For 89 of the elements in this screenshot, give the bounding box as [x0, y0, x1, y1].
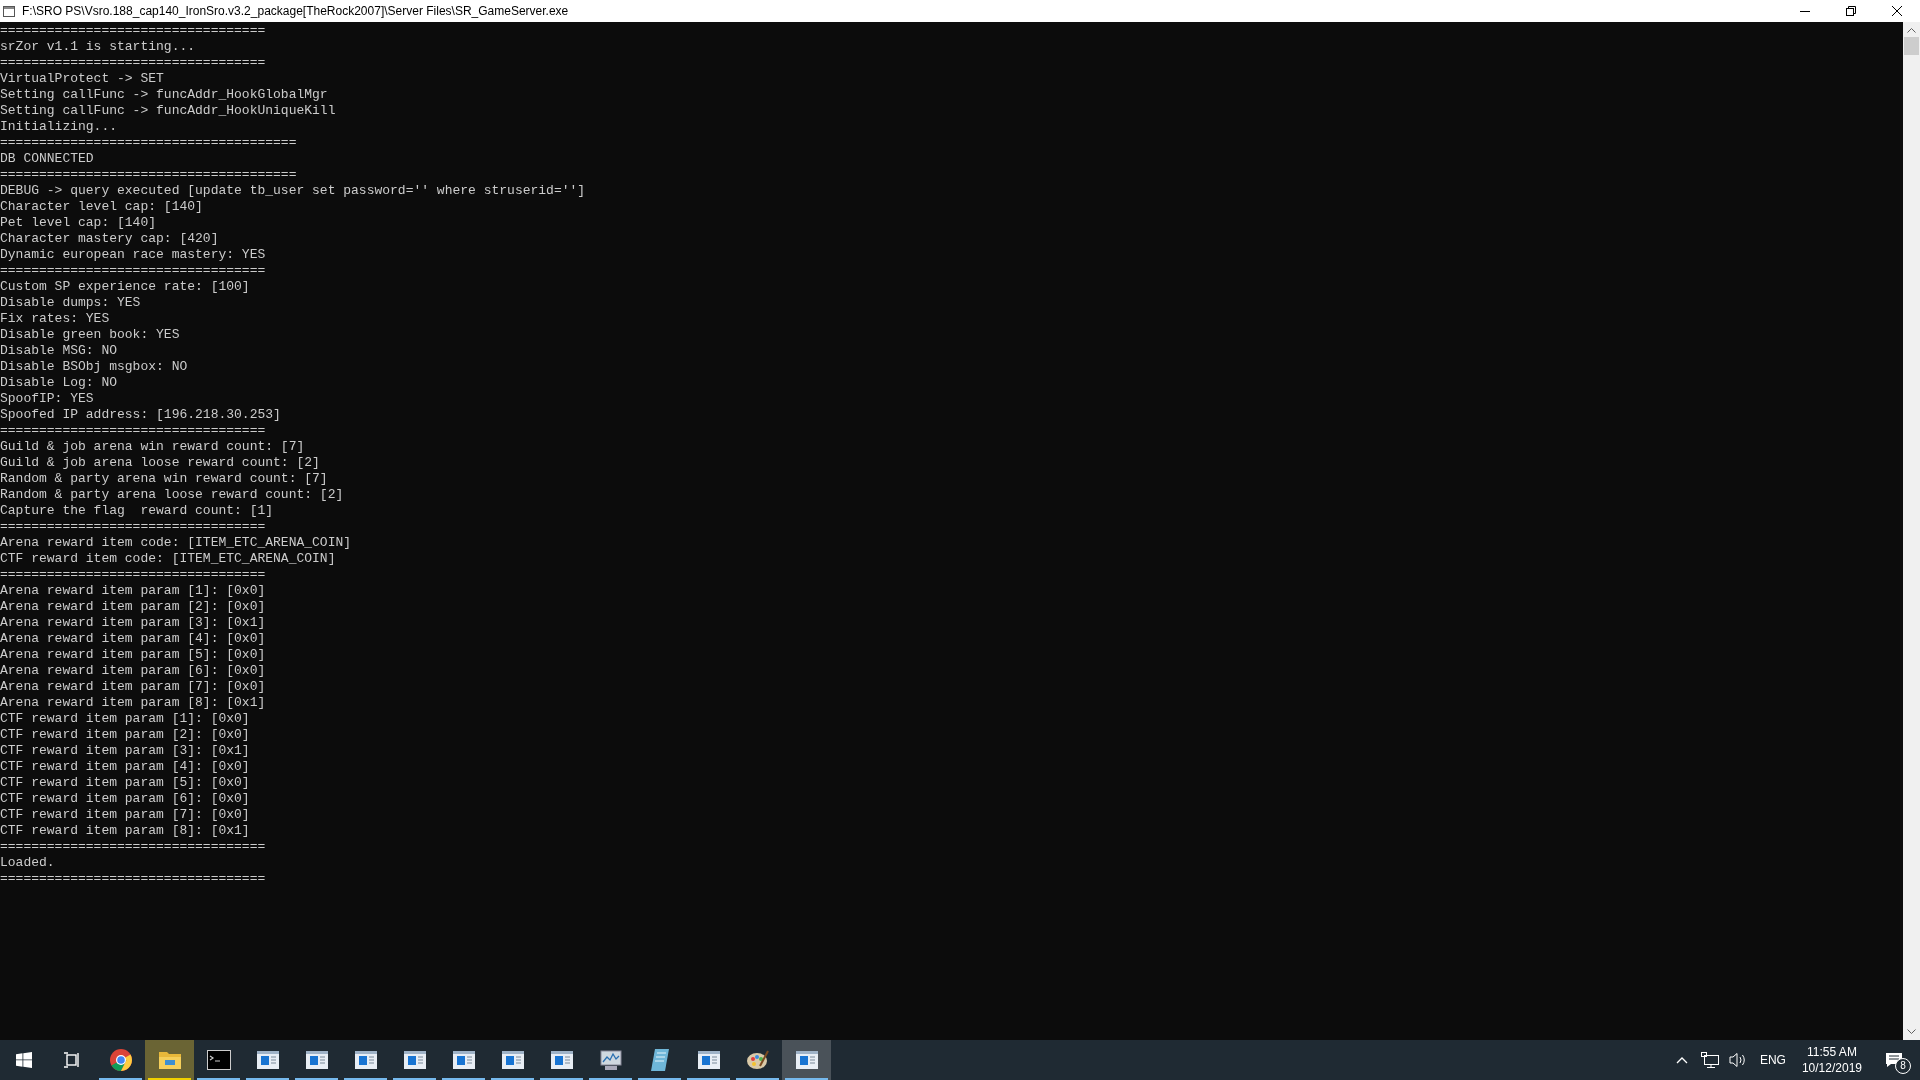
folder-icon	[157, 1050, 182, 1070]
network-icon[interactable]	[1700, 1052, 1719, 1068]
console-line: ======================================	[0, 135, 297, 151]
console-line: Disable MSG: NO	[0, 343, 118, 359]
console-line: Initializing...	[0, 119, 118, 135]
console-line: ==================================	[0, 839, 266, 855]
console-line: ======================================	[0, 167, 297, 183]
console-line: Character mastery cap: [420]	[0, 231, 219, 247]
console-line: Arena reward item code: [ITEM_ETC_ARENA_COIN]	[0, 535, 352, 551]
console-line: Capture the flag reward count: [1]	[0, 503, 274, 519]
console-line: Disable BSObj msgbox: NO	[0, 359, 188, 375]
console-line: Random & party arena win reward count: [7]	[0, 471, 328, 487]
console-line: ==================================	[0, 23, 266, 39]
console-line: ==================================	[0, 55, 266, 71]
console-line: Arena reward item param [6]: [0x0]	[0, 663, 266, 679]
scrollbar-thumb[interactable]	[1904, 37, 1919, 55]
volume-icon[interactable]	[1728, 1052, 1747, 1068]
taskbar-app-button[interactable]	[782, 1040, 831, 1080]
console-line: ==================================	[0, 423, 266, 439]
paint-palette-icon	[745, 1048, 770, 1072]
console-line: Loaded.	[0, 855, 55, 871]
console-window-icon	[305, 1051, 328, 1069]
console-line: ==================================	[0, 567, 266, 583]
console-window-icon	[256, 1051, 279, 1069]
console-line: Arena reward item param [5]: [0x0]	[0, 647, 266, 663]
console-line: Setting callFunc -> funcAddr_HookUniqueKill	[0, 103, 336, 119]
scroll-down-icon[interactable]	[1907, 1029, 1916, 1034]
console-line: Arena reward item param [8]: [0x1]	[0, 695, 266, 711]
console-app-icon	[3, 5, 15, 17]
browser-icon	[108, 1048, 133, 1072]
console-line: srZor v1.1 is starting...	[0, 39, 196, 55]
notification-count-badge: 8	[1895, 1058, 1911, 1074]
clock[interactable]: 11:55 AM 10/12/2019	[1793, 1044, 1870, 1076]
clock-time: 11:55 AM	[1807, 1044, 1857, 1060]
console-line: Character level cap: [140]	[0, 199, 203, 215]
console-line: Fix rates: YES	[0, 311, 110, 327]
notifications-button[interactable]: 8	[1874, 1040, 1914, 1080]
console-line: CTF reward item param [4]: [0x0]	[0, 759, 250, 775]
console-line: DEBUG -> query executed [update tb_user set password='' where struserid='']	[0, 183, 586, 199]
console-line: Arena reward item param [7]: [0x0]	[0, 679, 266, 695]
console-line: CTF reward item param [7]: [0x0]	[0, 807, 250, 823]
console-line: Guild & job arena loose reward count: [2]	[0, 455, 320, 471]
console-line: VirtualProtect -> SET	[0, 71, 164, 87]
notepad-icon	[648, 1048, 671, 1072]
minimize-icon	[1800, 10, 1810, 12]
console-window-icon	[550, 1051, 573, 1069]
console-window-icon	[795, 1051, 818, 1069]
console-line: Custom SP experience rate: [100]	[0, 279, 250, 295]
console-line: Dynamic european race mastery: YES	[0, 247, 266, 263]
console-line: CTF reward item param [5]: [0x0]	[0, 775, 250, 791]
console-line: Disable green book: YES	[0, 327, 180, 343]
console-line: CTF reward item param [8]: [0x1]	[0, 823, 250, 839]
console-line: CTF reward item param [2]: [0x0]	[0, 727, 250, 743]
console-window-icon	[501, 1051, 524, 1069]
console-window-icon	[354, 1051, 377, 1069]
windows-logo-icon	[16, 1052, 32, 1068]
console-line: CTF reward item param [6]: [0x0]	[0, 791, 250, 807]
console-line: Arena reward item param [2]: [0x0]	[0, 599, 266, 615]
scroll-up-icon[interactable]	[1907, 28, 1916, 33]
console-line: Arena reward item param [1]: [0x0]	[0, 583, 266, 599]
performance-monitor-icon	[598, 1048, 623, 1072]
console-line: Setting callFunc -> funcAddr_HookGlobalMgr	[0, 87, 328, 103]
console-window-icon	[452, 1051, 475, 1069]
console-line: ==================================	[0, 519, 266, 535]
terminal-icon	[206, 1050, 231, 1070]
console-line: Arena reward item param [4]: [0x0]	[0, 631, 266, 647]
console-line: DB CONNECTED	[0, 151, 94, 167]
console-line: Disable dumps: YES	[0, 295, 141, 311]
console-line: Pet level cap: [140]	[0, 215, 157, 231]
console-window-icon	[403, 1051, 426, 1069]
console-line: CTF reward item param [1]: [0x0]	[0, 711, 250, 727]
console-line: ==================================	[0, 871, 266, 887]
console-line: Spoofed IP address: [196.218.30.253]	[0, 407, 281, 423]
clock-date: 10/12/2019	[1801, 1060, 1862, 1076]
console-line: ==================================	[0, 263, 266, 279]
console-line: CTF reward item code: [ITEM_ETC_ARENA_COIN]	[0, 551, 336, 567]
window-title: F:\SRO PS\Vsro.188_cap140_IronSro.v3.2_package[TheRock2007]\Server Files\SR_GameServer.exe	[22, 3, 569, 20]
task-view-icon	[63, 1052, 81, 1068]
console-window-icon	[697, 1051, 720, 1069]
console-line: Disable Log: NO	[0, 375, 118, 391]
chevron-up-icon[interactable]	[1675, 1056, 1688, 1064]
console-line: CTF reward item param [3]: [0x1]	[0, 743, 250, 759]
language-indicator[interactable]: ENG	[1759, 1051, 1786, 1069]
console-line: Guild & job arena win reward count: [7]	[0, 439, 305, 455]
close-icon	[1892, 6, 1902, 16]
console-line: Random & party arena loose reward count: [2]	[0, 487, 344, 503]
console-line: SpoofIP: YES	[0, 391, 94, 407]
restore-icon	[1846, 6, 1856, 16]
console-line: Arena reward item param [3]: [0x1]	[0, 615, 266, 631]
